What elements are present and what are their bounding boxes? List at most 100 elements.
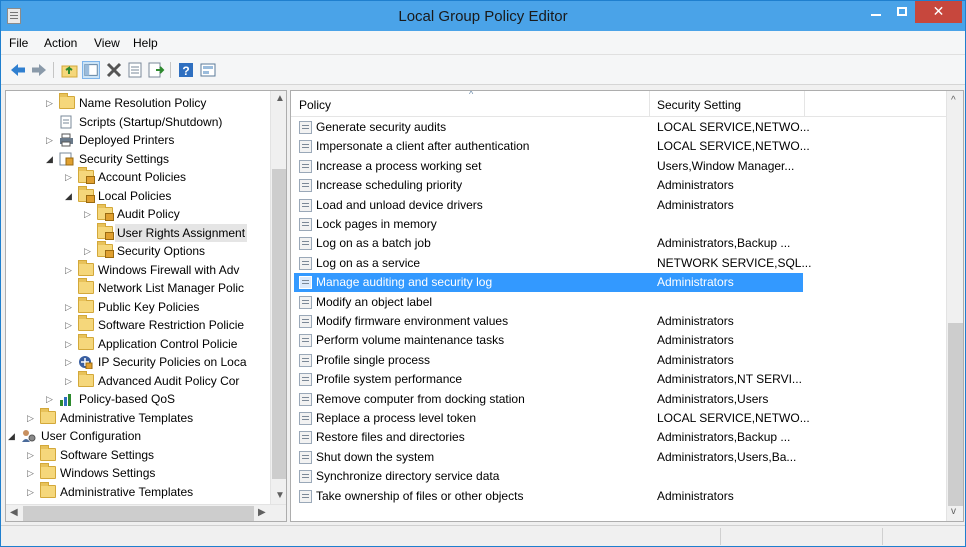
- menu-view[interactable]: View: [94, 36, 120, 50]
- scroll-thumb[interactable]: [272, 169, 286, 479]
- tree-node[interactable]: ▷ Administrative Templates: [6, 481, 269, 501]
- policy-row[interactable]: Profile system performance Administrators…: [294, 370, 803, 389]
- up-folder-icon[interactable]: [61, 61, 79, 79]
- tree-node[interactable]: ▷ Advanced Audit Policy Cor: [6, 370, 269, 390]
- scroll-down-arrow-icon[interactable]: v: [951, 506, 956, 517]
- policy-row[interactable]: Load and unload device drivers Administra…: [294, 196, 803, 215]
- collapse-arrow-icon[interactable]: ◢: [8, 427, 18, 445]
- tree-node[interactable]: ▷ Audit Policy: [6, 204, 269, 223]
- tree-horizontal-scrollbar[interactable]: ◀ ▶: [6, 504, 286, 521]
- expand-arrow-icon[interactable]: ▷: [46, 390, 56, 408]
- security-folder-icon: [78, 167, 95, 184]
- expand-arrow-icon[interactable]: ▷: [27, 409, 37, 427]
- policy-row[interactable]: Restore files and directories Administrat…: [294, 428, 803, 447]
- scroll-right-arrow-icon[interactable]: ▶: [258, 507, 266, 518]
- column-divider[interactable]: [649, 91, 650, 117]
- policy-row[interactable]: Log on as a batch job Administrators,Back…: [294, 234, 803, 253]
- scroll-down-arrow-icon[interactable]: ▼: [275, 490, 285, 501]
- tree-vertical-scrollbar[interactable]: ▲ ▼: [270, 91, 286, 504]
- policy-row[interactable]: Impersonate a client after authenticatio…: [294, 137, 810, 156]
- policy-row[interactable]: Replace a process level token LOCAL SERVI…: [294, 409, 810, 428]
- filter-options-icon[interactable]: [199, 61, 217, 79]
- list-vertical-scrollbar[interactable]: ^ v: [946, 91, 963, 521]
- console-tree-pane[interactable]: ▷ Name Resolution Policy Scripts (Startup/…: [5, 90, 287, 522]
- policy-row[interactable]: Generate security audits LOCAL SERVICE,NE…: [294, 118, 810, 137]
- tree-node[interactable]: ◢ Security Settings: [6, 150, 269, 168]
- tree-node[interactable]: ▷ Deployed Printers: [6, 131, 269, 149]
- tree-node[interactable]: ▷ Public Key Policies: [6, 296, 269, 316]
- back-arrow-icon[interactable]: [9, 61, 27, 79]
- expand-arrow-icon[interactable]: ▷: [65, 353, 75, 371]
- tree-node[interactable]: Network List Manager Polic: [6, 278, 269, 297]
- minimize-button[interactable]: [863, 1, 889, 23]
- expand-arrow-icon[interactable]: ▷: [84, 205, 94, 223]
- tree-node[interactable]: ▷ Software Settings: [6, 444, 269, 464]
- tree-node[interactable]: ◢ Local Policies: [6, 185, 269, 205]
- tree-node-label: IP Security Policies on Loca: [98, 355, 247, 369]
- tree-node[interactable]: ▷ Security Options: [6, 241, 269, 260]
- menu-file[interactable]: File: [9, 36, 28, 50]
- expand-arrow-icon[interactable]: ▷: [27, 446, 37, 464]
- tree-node[interactable]: ▷ Windows Firewall with Adv: [6, 259, 269, 279]
- properties-icon[interactable]: [126, 61, 144, 79]
- tree-node[interactable]: User Rights Assignment: [6, 222, 269, 242]
- policy-row[interactable]: Take ownership of files or other objects…: [294, 487, 803, 506]
- tree-node[interactable]: ▷ Name Resolution Policy: [6, 93, 269, 112]
- policy-row[interactable]: Remove computer from docking station Admi…: [294, 390, 803, 409]
- tree-node[interactable]: ▷ IP Security Policies on Loca: [6, 353, 269, 371]
- tree-node[interactable]: Scripts (Startup/Shutdown): [6, 113, 269, 131]
- menu-help[interactable]: Help: [133, 36, 158, 50]
- expand-arrow-icon[interactable]: ▷: [27, 464, 37, 482]
- column-header-security-setting[interactable]: Security Setting: [657, 98, 741, 112]
- tree-node[interactable]: ◢ User Configuration: [6, 427, 269, 445]
- expand-arrow-icon[interactable]: ▷: [65, 298, 75, 316]
- tree-node-label: User Rights Assignment: [115, 223, 248, 242]
- expand-arrow-icon[interactable]: ▷: [65, 168, 75, 186]
- policy-row[interactable]: Profile single process Administrators: [294, 351, 803, 370]
- column-divider[interactable]: [804, 91, 805, 117]
- maximize-button[interactable]: [889, 1, 915, 23]
- close-button[interactable]: ✕: [915, 1, 962, 23]
- title-bar[interactable]: Local Group Policy Editor ✕: [1, 1, 965, 31]
- policy-row[interactable]: Manage auditing and security log Administ…: [294, 273, 803, 293]
- policy-row[interactable]: Increase a process working set Users,Wind…: [294, 157, 803, 176]
- help-icon[interactable]: ?: [177, 61, 195, 79]
- forward-arrow-icon[interactable]: [30, 61, 48, 79]
- security-setting-value: Administrators: [657, 178, 734, 193]
- scroll-up-arrow-icon[interactable]: ▲: [275, 93, 285, 104]
- policy-row[interactable]: Lock pages in memory: [294, 215, 803, 234]
- tree-node[interactable]: ▷ Windows Settings: [6, 463, 269, 482]
- expand-arrow-icon[interactable]: ▷: [46, 131, 56, 149]
- expand-arrow-icon[interactable]: ▷: [65, 261, 75, 279]
- scroll-thumb[interactable]: [23, 506, 254, 521]
- expand-arrow-icon[interactable]: ▷: [65, 316, 75, 334]
- expand-arrow-icon[interactable]: ▷: [84, 242, 94, 260]
- menu-action[interactable]: Action: [44, 36, 77, 50]
- policy-row[interactable]: Perform volume maintenance tasks Administ…: [294, 331, 803, 350]
- expand-arrow-icon[interactable]: ▷: [65, 372, 75, 390]
- policy-row[interactable]: Modify firmware environment values Admini…: [294, 312, 803, 331]
- policy-row[interactable]: Log on as a service NETWORK SERVICE,SQL..…: [294, 254, 811, 273]
- policy-row[interactable]: Shut down the system Administrators,Users…: [294, 448, 803, 467]
- tree-node[interactable]: ▷ Application Control Policie: [6, 333, 269, 353]
- policy-list-pane[interactable]: Policy ^ Security Setting Generate secur…: [290, 90, 964, 522]
- collapse-arrow-icon[interactable]: ◢: [46, 150, 56, 168]
- scroll-up-arrow-icon[interactable]: ^: [951, 95, 956, 106]
- scroll-thumb[interactable]: [948, 323, 963, 506]
- column-header-policy[interactable]: Policy: [299, 98, 331, 112]
- expand-arrow-icon[interactable]: ▷: [46, 94, 56, 112]
- tree-node[interactable]: ▷ Administrative Templates: [6, 407, 269, 427]
- scroll-left-arrow-icon[interactable]: ◀: [10, 507, 18, 518]
- collapse-arrow-icon[interactable]: ◢: [65, 187, 75, 205]
- delete-icon[interactable]: [105, 61, 123, 79]
- tree-node[interactable]: ▷ Policy-based QoS: [6, 390, 269, 408]
- policy-row[interactable]: Synchronize directory service data: [294, 467, 803, 486]
- tree-node[interactable]: ▷ Software Restriction Policie: [6, 315, 269, 334]
- policy-row[interactable]: Modify an object label: [294, 293, 803, 312]
- export-list-icon[interactable]: [147, 61, 165, 79]
- show-hide-tree-icon[interactable]: [82, 61, 100, 79]
- policy-row[interactable]: Increase scheduling priority Administrato…: [294, 176, 803, 195]
- tree-node[interactable]: ▷ Account Policies: [6, 167, 269, 186]
- expand-arrow-icon[interactable]: ▷: [65, 335, 75, 353]
- expand-arrow-icon[interactable]: ▷: [27, 483, 37, 501]
